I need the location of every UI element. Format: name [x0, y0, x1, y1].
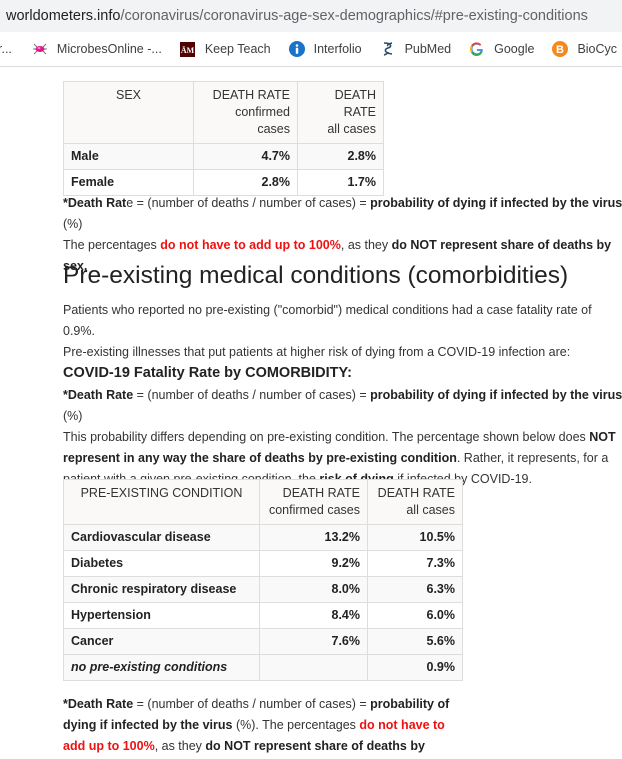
url-path: /coronavirus/coronavirus-age-sex-demogra…: [120, 8, 588, 24]
row-label: no pre-existing conditions: [63, 654, 260, 681]
all-rate: 2.8%: [297, 143, 384, 170]
header-death-rate-confirmed: DEATH RATE confirmed cases: [193, 81, 298, 144]
death-rate-footnote-comorbidity: *Death Rate = (number of deaths / number…: [63, 388, 622, 486]
bookmark-label: PubMed: [404, 42, 452, 56]
bookmark-google[interactable]: Google: [469, 41, 534, 57]
row-label: Cancer: [63, 628, 260, 655]
bookmark-label: BioCyc: [577, 42, 618, 56]
footnote-line1: *Death Rate = (number of deaths / number…: [63, 196, 622, 231]
svg-text:B: B: [556, 44, 564, 56]
death-rate-by-sex-table: SEX DEATH RATE confirmed cases DEATH RATE…: [63, 81, 384, 196]
confirmed-rate: 8.4%: [259, 602, 368, 629]
section-intro: Patients who reported no pre-existing ("…: [63, 303, 592, 359]
svg-text:ĀM: ĀM: [181, 46, 195, 55]
bookmark-label: r...: [0, 42, 12, 56]
all-rate: 7.3%: [367, 550, 463, 577]
url-host: worldometers.info: [6, 8, 121, 24]
table-row: Hypertension 8.4% 6.0%: [63, 602, 463, 629]
all-rate: 0.9%: [367, 654, 463, 681]
all-rate: 1.7%: [297, 169, 384, 196]
row-label: Cardiovascular disease: [63, 524, 260, 551]
bookmark-biocyc[interactable]: B BioCyc: [552, 41, 617, 57]
row-label: Hypertension: [63, 602, 260, 629]
confirmed-rate: 4.7%: [193, 143, 298, 170]
google-icon: [469, 41, 485, 57]
header-condition: PRE-EXISTING CONDITION: [63, 479, 260, 525]
death-rate-by-comorbidity-table: PRE-EXISTING CONDITION DEATH RATE confirm…: [63, 479, 463, 681]
confirmed-rate: 7.6%: [259, 628, 368, 655]
header-death-rate-confirmed: DEATH RATE confirmed cases: [259, 479, 368, 525]
confirmed-rate: 2.8%: [193, 169, 298, 196]
bookmark-interfolio[interactable]: Interfolio: [288, 41, 362, 57]
death-rate-footnote-condition: *Death Rate = (number of deaths / number…: [63, 697, 450, 753]
microbe-icon: [32, 41, 48, 57]
header-sex: SEX: [63, 81, 194, 144]
bookmark-microbesonline[interactable]: MicrobesOnline -...: [32, 41, 162, 57]
comorbidity-subtitle: COVID-19 Fatality Rate by COMORBIDITY:: [63, 365, 352, 381]
confirmed-rate: 9.2%: [259, 550, 368, 577]
header-death-rate-all: DEATH RATE all cases: [297, 81, 384, 144]
table-header-row: PRE-EXISTING CONDITION DEATH RATE confirm…: [63, 479, 463, 525]
row-label: Diabetes: [63, 550, 260, 577]
table-header-row: SEX DEATH RATE confirmed cases DEATH RATE…: [63, 81, 384, 144]
all-rate: 10.5%: [367, 524, 463, 551]
confirmed-rate: 8.0%: [259, 576, 368, 603]
row-label: Female: [63, 169, 194, 196]
info-icon: [288, 41, 305, 57]
bookmark-label: Keep Teach: [204, 42, 271, 56]
table-row: Cancer 7.6% 5.6%: [63, 628, 463, 655]
bookmark-pubmed[interactable]: PubMed: [380, 41, 452, 57]
all-rate: 6.3%: [367, 576, 463, 603]
row-label: Chronic respiratory disease: [63, 576, 260, 603]
bookmark-label: Google: [494, 42, 535, 56]
table-row: Diabetes 9.2% 7.3%: [63, 550, 463, 577]
confirmed-rate: [259, 654, 368, 681]
header-death-rate-all: DEATH RATE all cases: [367, 479, 463, 525]
bookmark-label: MicrobesOnline -...: [56, 42, 162, 56]
table-row: Cardiovascular disease 13.2% 10.5%: [63, 524, 463, 551]
bookmark-label: Interfolio: [313, 42, 362, 56]
tamu-icon: ĀM: [180, 41, 196, 57]
all-rate: 6.0%: [367, 602, 463, 629]
confirmed-rate: 13.2%: [259, 524, 368, 551]
bookmark-keep-teach[interactable]: ĀM Keep Teach: [180, 41, 271, 57]
section-title: Pre-existing medical conditions (comorbi…: [63, 262, 569, 289]
table-row: no pre-existing conditions 0.9%: [63, 654, 463, 681]
biocyc-icon: B: [552, 41, 569, 57]
address-bar[interactable]: worldometers.info/coronavirus/coronaviru…: [0, 0, 622, 32]
table-row: Male 4.7% 2.8%: [63, 143, 384, 170]
bookmark-truncated[interactable]: r...: [0, 42, 12, 56]
pubmed-icon: [380, 41, 396, 57]
row-label: Male: [63, 143, 194, 170]
table-row: Female 2.8% 1.7%: [63, 169, 384, 196]
bookmarks-bar: r... MicrobesOnline -... ĀM Keep Teach I…: [0, 32, 622, 67]
table-row: Chronic respiratory disease 8.0% 6.3%: [63, 576, 463, 603]
all-rate: 5.6%: [367, 628, 463, 655]
